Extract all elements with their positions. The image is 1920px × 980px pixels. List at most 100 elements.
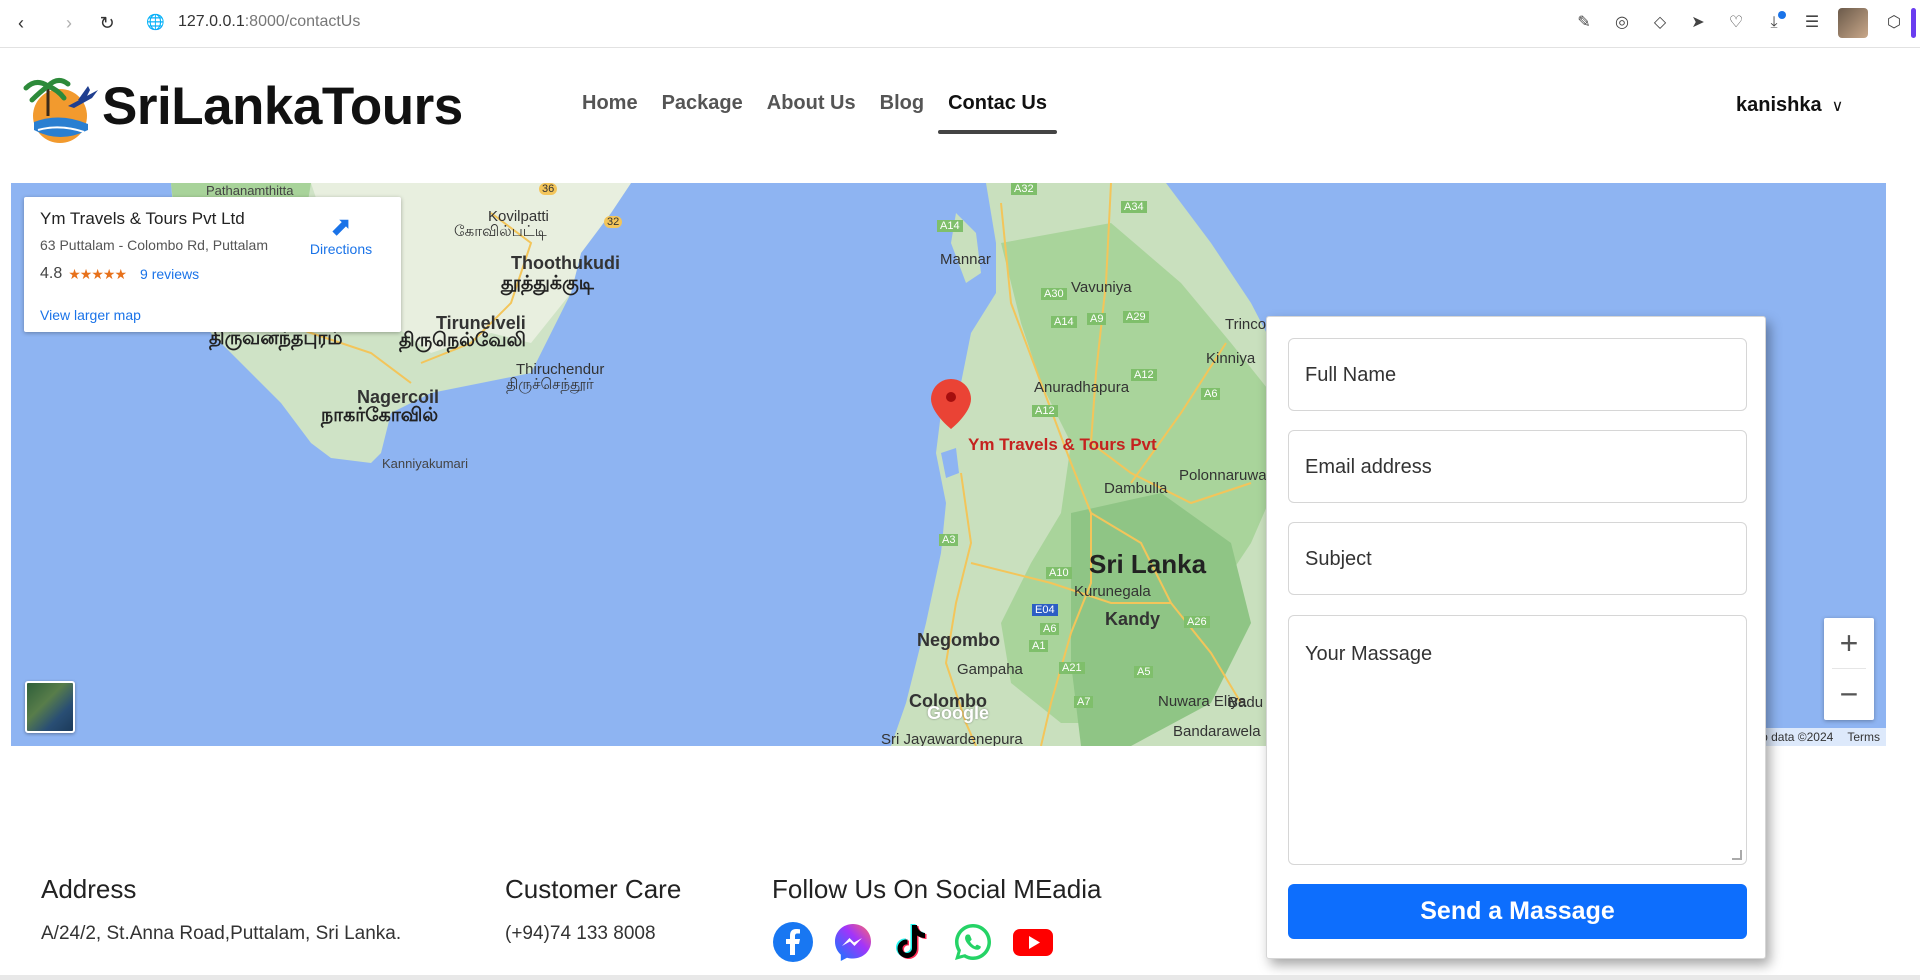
- address-text: A/24/2, St.Anna Road,Puttalam, Sri Lanka…: [41, 923, 402, 944]
- address-title: Address: [41, 874, 137, 904]
- page-bottom-edge: [0, 975, 1920, 980]
- menu-icon[interactable]: ☰: [1800, 11, 1824, 35]
- map-label: Kurunegala: [1074, 583, 1151, 600]
- road-shield: A10: [1046, 567, 1072, 579]
- map-pin-label[interactable]: Ym Travels & Tours Pvt: [968, 435, 1157, 455]
- road-shield: A30: [1041, 288, 1067, 300]
- social-icons: [772, 921, 1101, 963]
- road-shield: E04: [1032, 604, 1058, 616]
- email-input[interactable]: Email address: [1288, 430, 1747, 503]
- view-larger-map-link[interactable]: View larger map: [40, 307, 141, 323]
- road-shield: A1: [1029, 640, 1049, 652]
- road-shield: A12: [1131, 369, 1157, 381]
- main-nav: Home Package About Us Blog Contac Us: [570, 90, 1059, 134]
- send-icon[interactable]: ➤: [1686, 11, 1710, 35]
- map-label: Kanniyakumari: [382, 456, 468, 471]
- camera-icon[interactable]: ◎: [1610, 11, 1634, 35]
- rating-value: 4.8: [40, 265, 63, 282]
- google-logo: Google: [927, 703, 989, 723]
- download-icon[interactable]: ⤓: [1762, 11, 1786, 35]
- road-shield: A32: [1011, 183, 1037, 195]
- road-shield: A34: [1121, 201, 1147, 213]
- map-label: Vavuniya: [1071, 279, 1132, 296]
- directions-button[interactable]: ⬈ Directions: [301, 211, 381, 257]
- map-label: Negombo: [917, 630, 1000, 650]
- nav-package[interactable]: Package: [650, 90, 755, 134]
- map-label: Sri Jayawardenepura: [881, 731, 1023, 746]
- map-label: Kinniya: [1206, 350, 1256, 367]
- map-label: திருநெல்வேலி: [399, 330, 526, 351]
- map-label: Pathanamthitta: [206, 183, 294, 198]
- road-shield: A26: [1184, 616, 1210, 628]
- footer-address: Address A/24/2, St.Anna Road,Puttalam, S…: [41, 874, 401, 945]
- sidebar-indicator: [1911, 8, 1916, 38]
- user-menu[interactable]: kanishka ∨: [1736, 94, 1843, 117]
- edit-icon[interactable]: ✎: [1572, 11, 1596, 35]
- map-label: Badu: [1228, 694, 1264, 711]
- map-label: Anuradhapura: [1034, 379, 1130, 396]
- place-rating: 4.8 ★★★★★ 9 reviews: [40, 265, 385, 283]
- browser-tools: ✎ ◎ ◇ ➤ ♡ ⤓ ☰ ⬡: [1572, 8, 1906, 38]
- site-info-icon[interactable]: 🌐: [146, 14, 165, 32]
- logo-icon[interactable]: [18, 72, 102, 144]
- back-icon[interactable]: ‹: [10, 12, 32, 34]
- road-shield: A14: [1051, 316, 1077, 328]
- whatsapp-icon[interactable]: [952, 921, 994, 963]
- terms-link[interactable]: Terms: [1847, 730, 1880, 744]
- download-badge: [1778, 11, 1786, 19]
- subject-input[interactable]: Subject: [1288, 522, 1747, 595]
- map-label: Polonnaruwa: [1179, 467, 1267, 484]
- directions-label: Directions: [309, 241, 373, 257]
- reviews-link[interactable]: 9 reviews: [140, 266, 199, 282]
- road-shield: 36: [539, 183, 558, 195]
- road-shield: A12: [1032, 405, 1058, 417]
- messenger-icon[interactable]: [832, 921, 874, 963]
- road-shield: A5: [1134, 666, 1154, 678]
- message-textarea[interactable]: Your Massage: [1288, 615, 1747, 865]
- nav-contact-us[interactable]: Contac Us: [936, 90, 1059, 134]
- browser-toolbar: ‹ › ↻ 🌐 127.0.0.1:8000/contactUs ✎ ◎ ◇ ➤…: [0, 0, 1920, 48]
- nav-about-us[interactable]: About Us: [755, 90, 868, 134]
- profile-avatar[interactable]: [1838, 8, 1868, 38]
- forward-icon[interactable]: ›: [58, 12, 80, 34]
- address-bar[interactable]: 127.0.0.1:8000/contactUs: [178, 13, 360, 31]
- place-card: Ym Travels & Tours Pvt Ltd 63 Puttalam -…: [24, 197, 401, 332]
- map-label: Mannar: [940, 251, 991, 268]
- nav-home[interactable]: Home: [570, 90, 650, 134]
- zoom-in-button[interactable]: +: [1824, 618, 1874, 668]
- map-label: Thoothukudi: [511, 253, 620, 273]
- tiktok-icon[interactable]: [892, 921, 934, 963]
- map-label: Gampaha: [957, 661, 1023, 678]
- map-label: தூத்துக்குடி: [501, 273, 594, 294]
- map-label: கோவில்பட்டி: [454, 223, 547, 240]
- road-shield: A6: [1201, 388, 1221, 400]
- full-name-input[interactable]: Full Name: [1288, 338, 1747, 411]
- directions-icon: ⬈: [330, 211, 352, 241]
- road-shield: A29: [1123, 311, 1149, 323]
- road-shield: 32: [604, 216, 623, 228]
- map-label: திருச்செந்தூர்: [506, 376, 594, 393]
- youtube-icon[interactable]: [1012, 921, 1054, 963]
- user-name: kanishka: [1736, 94, 1822, 116]
- road-shield: A6: [1040, 623, 1060, 635]
- social-title: Follow Us On Social MEadia: [772, 874, 1102, 904]
- zoom-control: + −: [1824, 618, 1874, 720]
- nav-blog[interactable]: Blog: [868, 90, 936, 134]
- map-label: Sri Lanka: [1089, 549, 1207, 579]
- zoom-out-button[interactable]: −: [1824, 669, 1874, 719]
- road-shield: A9: [1087, 313, 1107, 325]
- chevron-down-icon: ∨: [1831, 97, 1844, 115]
- heart-icon[interactable]: ♡: [1724, 11, 1748, 35]
- customer-care-phone[interactable]: (+94)74 133 8008: [505, 923, 681, 945]
- reload-icon[interactable]: ↻: [96, 12, 118, 34]
- url-path: :8000/contactUs: [244, 13, 361, 30]
- resize-handle-icon[interactable]: [1732, 850, 1742, 860]
- logo-text[interactable]: SriLankaTours: [102, 76, 463, 137]
- road-shield: A14: [937, 220, 963, 232]
- footer-social: Follow Us On Social MEadia: [772, 874, 1101, 963]
- extensions-icon[interactable]: ⬡: [1882, 11, 1906, 35]
- facebook-icon[interactable]: [772, 921, 814, 963]
- shield-icon[interactable]: ◇: [1648, 11, 1672, 35]
- message-placeholder: Your Massage: [1305, 643, 1433, 665]
- satellite-toggle-button[interactable]: [25, 681, 75, 733]
